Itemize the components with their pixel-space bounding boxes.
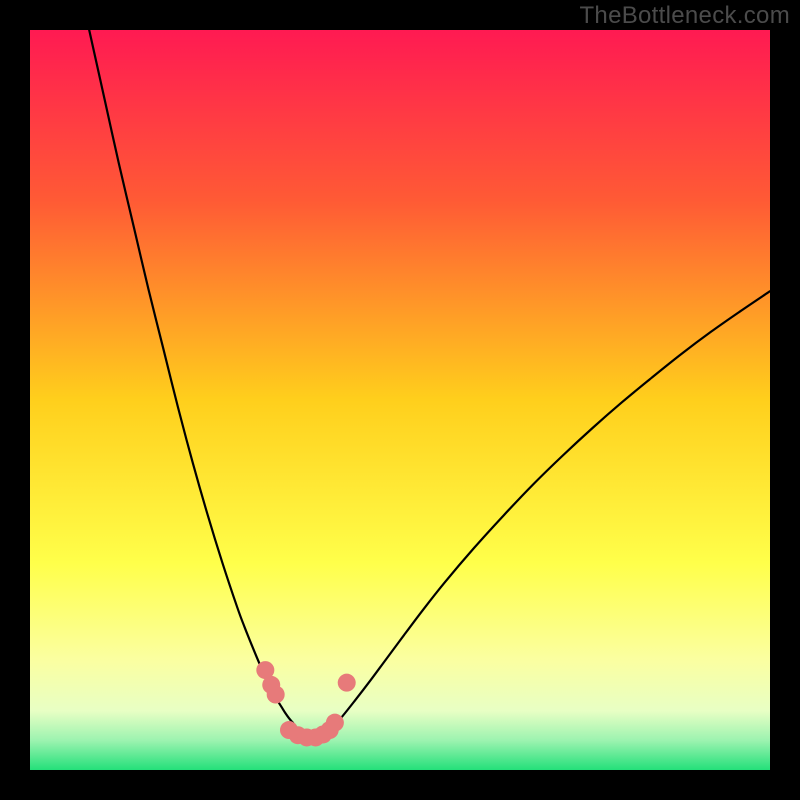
- chart-svg: [30, 30, 770, 770]
- marker-dot: [326, 714, 344, 732]
- watermark-text: TheBottleneck.com: [579, 2, 790, 30]
- gradient-background: [30, 30, 770, 770]
- marker-dot: [338, 674, 356, 692]
- marker-dot: [267, 686, 285, 704]
- plot-area: [30, 30, 770, 770]
- chart-frame: TheBottleneck.com: [0, 0, 800, 800]
